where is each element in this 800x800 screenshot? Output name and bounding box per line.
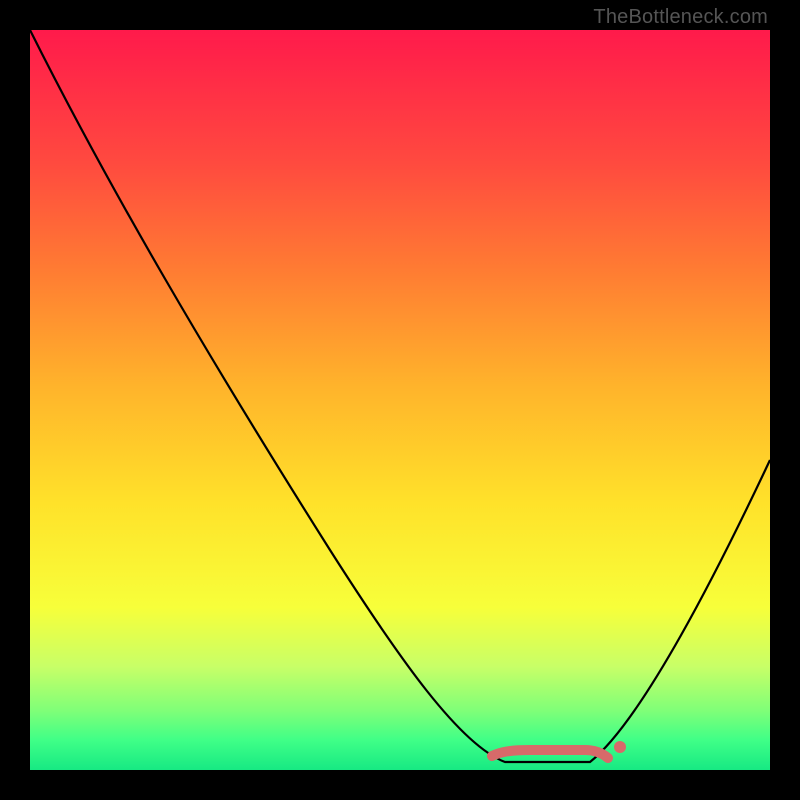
- overlay-svg: [30, 30, 770, 770]
- chart-frame: TheBottleneck.com: [0, 0, 800, 800]
- optimal-range-marker: [492, 750, 608, 758]
- attribution-text: TheBottleneck.com: [593, 6, 768, 29]
- marker-endpoint: [614, 741, 626, 753]
- bottleneck-curve: [30, 30, 770, 762]
